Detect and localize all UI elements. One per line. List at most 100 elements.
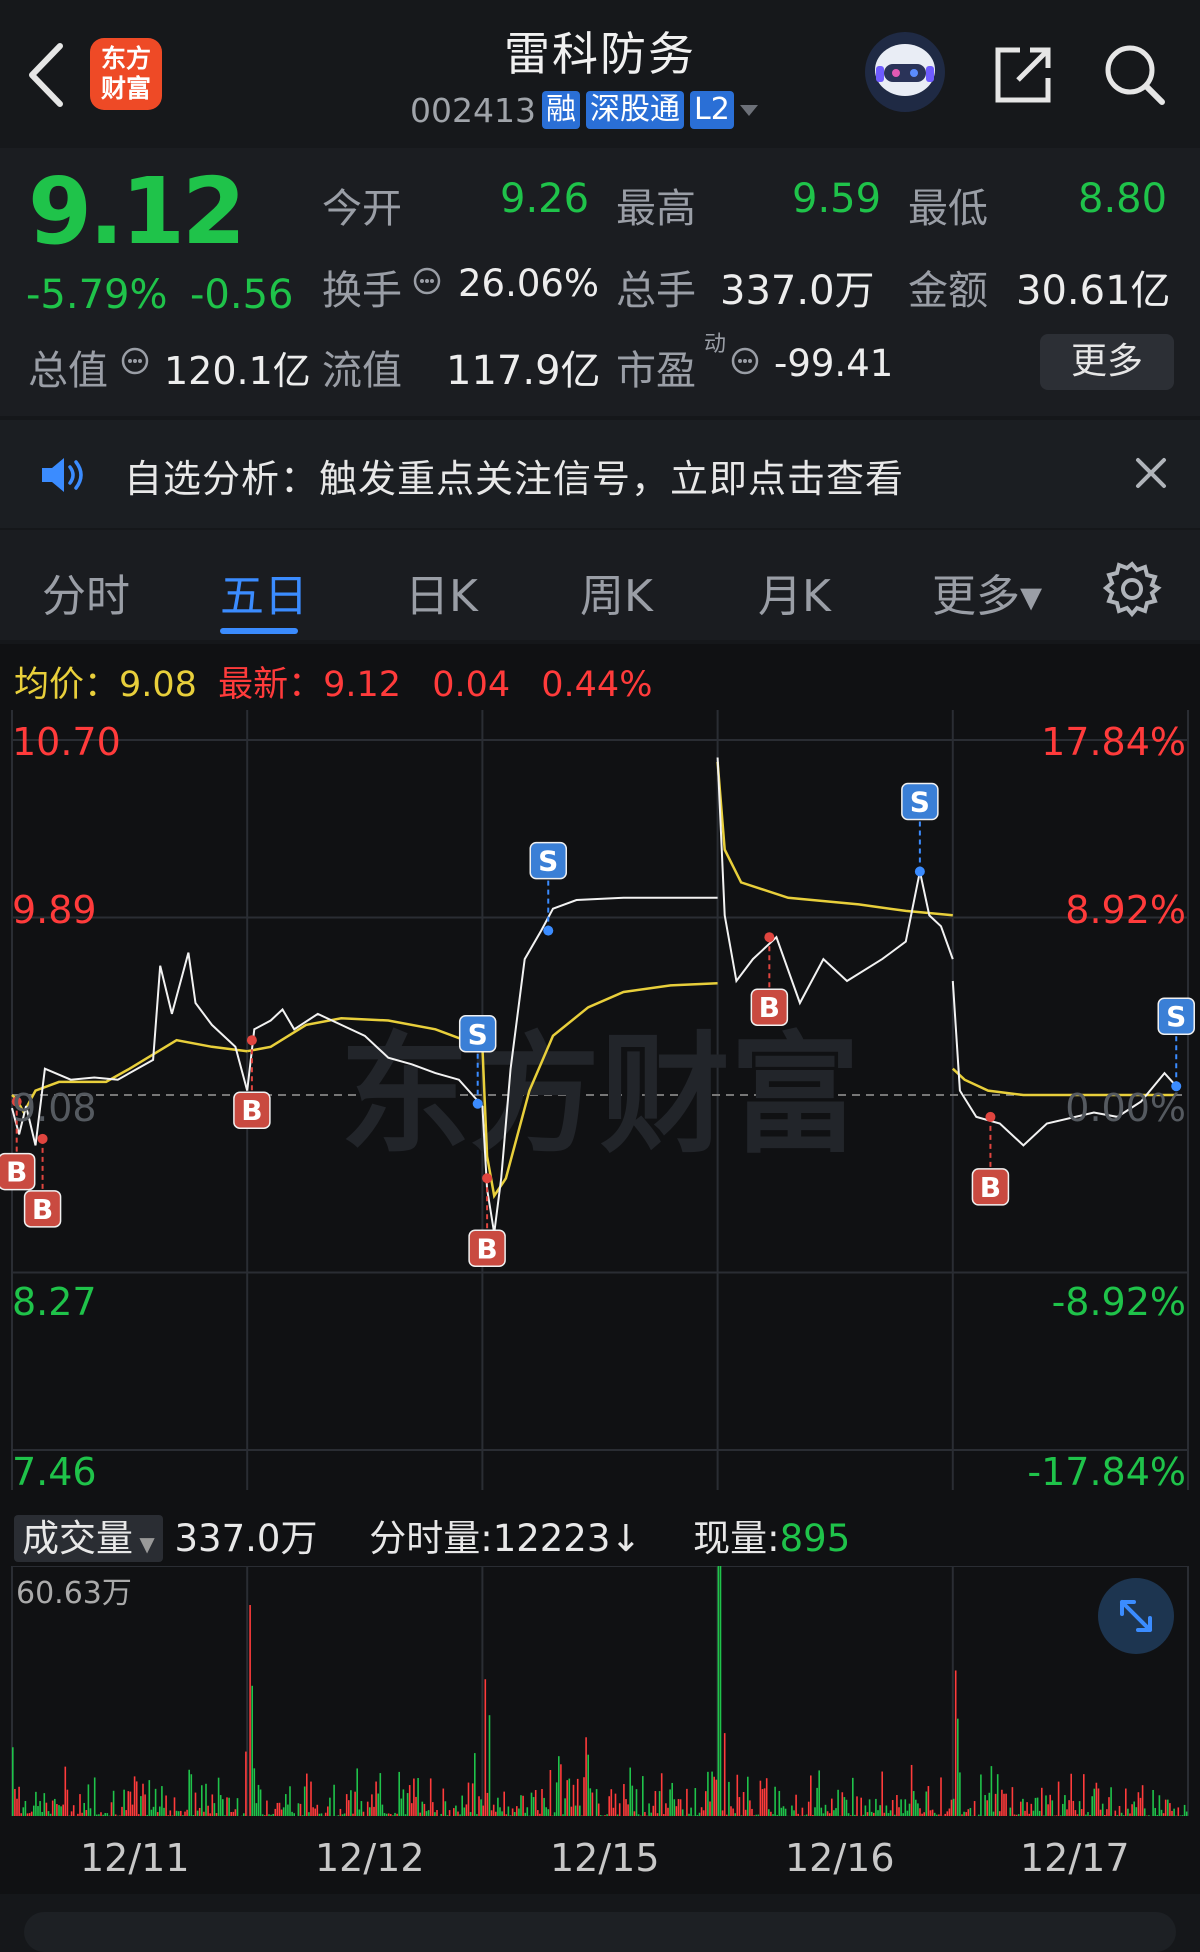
volume-bar [1020,1802,1022,1816]
gear-icon[interactable] [1102,558,1162,618]
volume-bar [268,1814,270,1816]
volume-bar [1178,1807,1180,1816]
volume-bar [751,1809,753,1816]
volume-bar [1127,1809,1129,1816]
volume-bar [205,1784,207,1816]
tab-intraday[interactable]: 分时 [42,560,130,624]
volume-bar [783,1806,785,1816]
sell-signal-badge[interactable]: S [530,843,566,879]
volume-bar [1035,1798,1037,1816]
volume-bar [222,1799,224,1816]
volume-bar [606,1814,608,1816]
volume-bar [835,1808,837,1816]
sell-signal-badge[interactable]: S [460,1016,496,1052]
share-icon[interactable] [990,42,1056,108]
info-circle-icon[interactable] [412,266,442,296]
volume-bar [94,1777,96,1816]
volume-bar [930,1810,932,1816]
volume-bar [863,1815,865,1816]
chevron-left-icon[interactable] [22,40,72,110]
volume-indicator-select[interactable]: 成交量 ▼ [14,1515,163,1562]
volume-bar [348,1800,350,1816]
volume-bar [184,1812,186,1816]
tab-more[interactable]: 更多▾ [932,560,1042,624]
volume-bar [1052,1800,1054,1816]
volume-bar [230,1812,232,1816]
volume-bar [827,1811,829,1816]
badge-label: S [910,785,930,818]
volume-bar [14,1789,16,1816]
y-right-tick: 17.84% [1041,720,1186,764]
volume-bar [940,1777,942,1816]
robot-assistant-icon[interactable] [862,30,948,114]
volume-bar [527,1807,529,1816]
volume-bar [682,1809,684,1816]
volume-bar [197,1811,199,1816]
current-volume-value: 895 [780,1517,851,1560]
amount-value: 30.61亿 [1016,258,1171,316]
volume-bar [724,1733,726,1816]
volume-bar [600,1815,602,1816]
buy-signal-badge[interactable]: B [972,1169,1008,1205]
volume-bar [440,1814,442,1816]
volume-bar [690,1808,692,1816]
tab-five-day[interactable]: 五日 [220,560,308,624]
volume-bar [590,1788,592,1816]
volume-bar [1186,1812,1188,1816]
tab-weekly-k[interactable]: 周K [580,560,653,624]
volume-bar [443,1789,445,1816]
sell-signal-badge[interactable]: S [1158,998,1194,1034]
avg-value: 9.08 [119,665,197,705]
volume-bar [243,1813,245,1816]
volume-bar [37,1806,39,1816]
volume-bar [146,1815,148,1816]
buy-signal-badge[interactable]: B [0,1154,35,1190]
badge-label: B [980,1171,1001,1204]
watermark: 东方财富 [340,1019,860,1171]
volume-bar [896,1795,898,1816]
buy-signal-badge[interactable]: B [234,1092,270,1128]
volume-bar [625,1799,627,1816]
buy-signal-badge[interactable]: B [751,989,787,1025]
notice-text[interactable]: 自选分析：触发重点关注信号，立即点击查看 [124,448,904,503]
volume-bar [1001,1790,1003,1816]
stock-code-row[interactable]: 002413 融 深股通 L2 [410,90,764,130]
volume-bar [54,1799,56,1816]
close-icon[interactable] [1134,456,1168,490]
search-icon[interactable] [1100,40,1168,108]
volume-chart[interactable] [0,1566,1200,1828]
expand-chart-button[interactable] [1098,1578,1174,1654]
volume-bar [739,1797,741,1816]
volume-bar [165,1795,167,1816]
sell-signal-badge[interactable]: S [902,783,938,819]
volume-bar [1041,1788,1043,1816]
volume-bar [293,1813,295,1816]
volume-bar [1157,1815,1159,1816]
volume-bar [1144,1808,1146,1816]
tab-daily-k[interactable]: 日K [405,560,478,624]
volume-bar [144,1794,146,1816]
volume-bar [558,1756,560,1816]
volume-bar [1081,1809,1083,1816]
buy-signal-badge[interactable]: B [469,1230,505,1266]
volume-bar [524,1813,526,1816]
info-circle-icon[interactable] [730,346,760,376]
bottom-action-bar[interactable] [24,1912,1176,1952]
volume-bar [779,1791,781,1816]
volume-bar [533,1797,535,1816]
more-quote-button[interactable]: 更多 [1040,334,1174,390]
volume-bar [720,1566,722,1816]
volume-bar [20,1813,22,1816]
tab-monthly-k[interactable]: 月K [758,560,831,624]
volume-bar [260,1789,262,1816]
buy-signal-badge[interactable]: B [25,1191,61,1227]
volume-bar [634,1811,636,1816]
volume-bar [888,1813,890,1816]
price-chart[interactable]: 东方财富 BBBSBSBSBS [0,710,1200,1500]
volume-bar [539,1814,541,1816]
info-circle-icon[interactable] [120,346,150,376]
volume-bar [1129,1813,1131,1816]
volume-bar [506,1814,508,1816]
volume-bar [306,1774,308,1816]
volume-bar [508,1806,510,1816]
